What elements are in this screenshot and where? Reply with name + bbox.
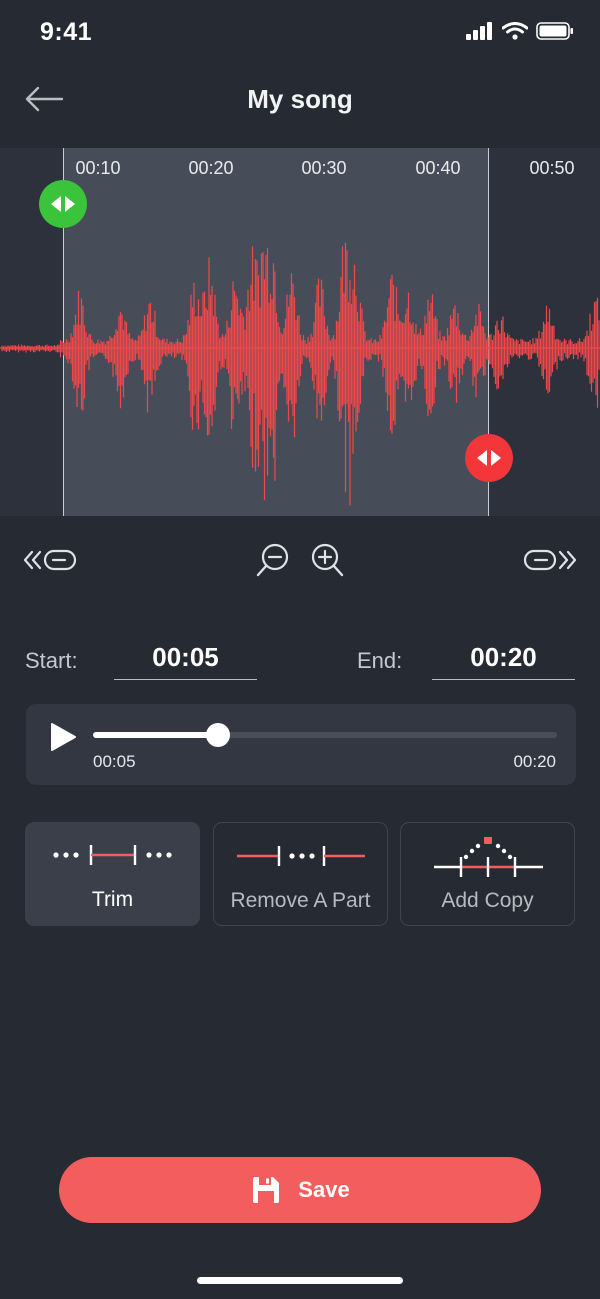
progress-fill: [93, 732, 219, 738]
add-copy-icon: [434, 837, 543, 877]
audio-player: 00:05 00:20: [26, 704, 576, 785]
jump-end-button[interactable]: [520, 543, 580, 577]
status-icons: [466, 22, 574, 40]
zoom-out-icon: [256, 543, 289, 577]
end-time: 00:20: [513, 752, 556, 771]
remove-part-label: Remove A Part: [230, 889, 371, 912]
save-label: Save: [298, 1177, 350, 1202]
start-handle[interactable]: [39, 180, 87, 228]
wifi-icon: [502, 22, 528, 40]
drag-arrows-icon: [477, 450, 501, 466]
trim-label: Trim: [91, 888, 134, 911]
remove-part-tool[interactable]: Remove A Part: [213, 822, 388, 926]
jump-start-button[interactable]: [20, 543, 80, 577]
battery-icon: [536, 22, 573, 40]
end-label: End:: [357, 648, 403, 673]
trim-icon: [53, 845, 172, 865]
end-time-field[interactable]: 00:20: [432, 640, 575, 680]
add-copy-tool[interactable]: Add Copy: [400, 822, 575, 926]
status-time: 9:41: [40, 18, 93, 46]
signal-icon: [466, 22, 492, 40]
trim-tool[interactable]: Trim: [25, 822, 200, 926]
add-copy-label: Add Copy: [441, 889, 534, 912]
zoom-in-button[interactable]: [308, 541, 346, 579]
jump-end-icon: [523, 549, 577, 571]
zoom-in-icon: [311, 543, 344, 577]
page-title: My song: [247, 84, 353, 114]
start-time-field[interactable]: 00:05: [114, 640, 257, 680]
end-handle[interactable]: [465, 434, 513, 482]
zoom-out-button[interactable]: [254, 541, 292, 579]
start-label: Start:: [25, 648, 78, 673]
save-icon: [253, 1177, 280, 1203]
home-indicator: [197, 1277, 403, 1284]
progress-track[interactable]: [93, 723, 557, 747]
remove-part-icon: [237, 846, 365, 866]
progress-knob[interactable]: [206, 723, 231, 747]
save-button[interactable]: Save: [59, 1157, 541, 1223]
play-button[interactable]: [48, 722, 78, 752]
jump-start-icon: [23, 549, 77, 571]
drag-arrows-icon: [51, 196, 75, 212]
current-time: 00:05: [93, 752, 136, 771]
